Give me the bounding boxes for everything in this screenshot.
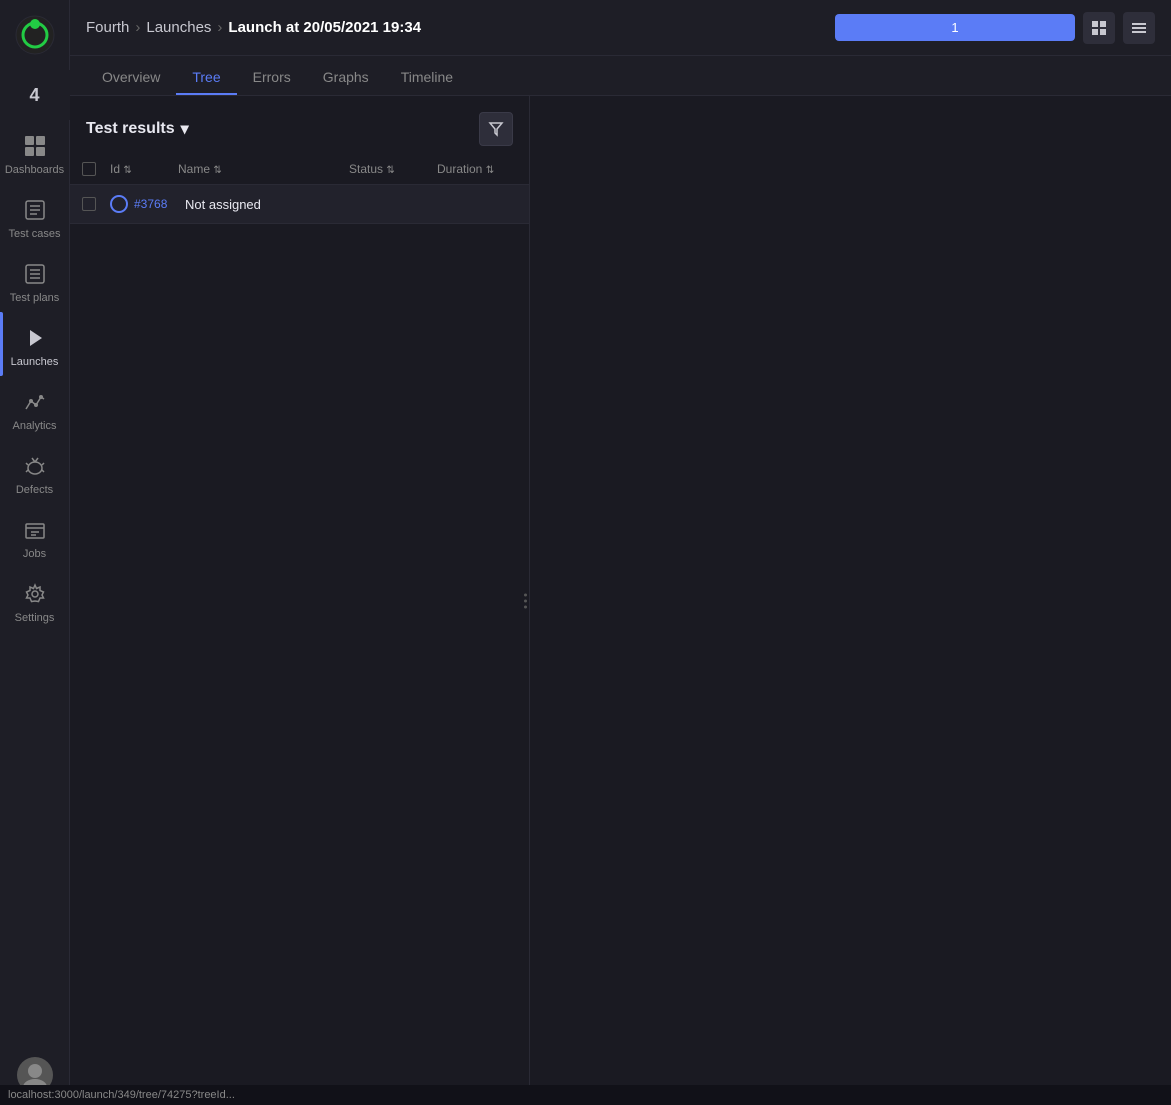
launches-icon <box>21 324 49 352</box>
sidebar-item-test-plans[interactable]: Test plans <box>0 248 70 312</box>
sidebar-item-label-launches: Launches <box>11 356 59 368</box>
app-logo <box>15 15 55 55</box>
row-checkbox-col <box>82 197 102 211</box>
sidebar-item-launches[interactable]: Launches <box>0 312 70 376</box>
status-bar: localhost:3000/launch/349/tree/74275?tre… <box>0 1085 1171 1105</box>
sidebar-item-label-analytics: Analytics <box>12 420 56 432</box>
tab-tree[interactable]: Tree <box>176 61 236 95</box>
dashboards-icon <box>21 132 49 160</box>
tab-overview[interactable]: Overview <box>86 61 176 95</box>
sidebar-item-label-settings: Settings <box>15 612 55 624</box>
search-input[interactable] <box>835 14 1075 41</box>
logo-wrap <box>0 0 70 70</box>
breadcrumb-sep-1: › <box>135 19 140 36</box>
sidebar-item-label-jobs: Jobs <box>23 548 46 560</box>
tab-timeline[interactable]: Timeline <box>385 61 469 95</box>
analytics-icon <box>21 388 49 416</box>
menu-button[interactable] <box>1123 12 1155 44</box>
header: Fourth › Launches › Launch at 20/05/2021… <box>70 0 1171 56</box>
sidebar-item-dashboards[interactable]: Dashboards <box>0 120 70 184</box>
filter-button[interactable] <box>479 112 513 146</box>
sidebar-item-label-defects: Defects <box>16 484 53 496</box>
sidebar-item-label-dashboards: Dashboards <box>5 164 64 176</box>
test-plans-icon <box>21 260 49 288</box>
sidebar-item-settings[interactable]: Settings <box>0 568 70 632</box>
breadcrumb-project[interactable]: Fourth <box>86 19 129 36</box>
tab-graphs[interactable]: Graphs <box>307 61 385 95</box>
test-cases-icon <box>21 196 49 224</box>
table-header: Id ⇅ Name ⇅ Status ⇅ Duration ⇅ <box>70 154 529 185</box>
column-header-duration[interactable]: Duration ⇅ <box>437 162 517 176</box>
defects-icon <box>21 452 49 480</box>
column-header-id[interactable]: Id ⇅ <box>110 162 170 176</box>
header-checkbox-col <box>82 162 102 176</box>
left-panel: Test results ▾ Id ⇅ <box>70 96 530 1105</box>
sidebar-item-label-test-cases: Test cases <box>9 228 61 240</box>
chevron-down-icon: ▾ <box>181 119 189 139</box>
sort-icon-name: ⇅ <box>213 165 221 176</box>
content-area: Test results ▾ Id ⇅ <box>70 96 1171 1105</box>
main-area: Fourth › Launches › Launch at 20/05/2021… <box>70 0 1171 1105</box>
grid-view-button[interactable] <box>1083 12 1115 44</box>
select-all-checkbox[interactable] <box>82 162 96 176</box>
sidebar-badge: 4 <box>0 70 70 120</box>
status-circle <box>110 195 128 213</box>
row-checkbox[interactable] <box>82 197 96 211</box>
panel-header: Test results ▾ <box>70 96 529 154</box>
column-header-status[interactable]: Status ⇅ <box>349 162 429 176</box>
sort-icon-duration: ⇅ <box>486 165 494 176</box>
breadcrumb-page: Launch at 20/05/2021 19:34 <box>228 19 421 36</box>
sidebar-item-defects[interactable]: Defects <box>0 440 70 504</box>
settings-icon <box>21 580 49 608</box>
status-url: localhost:3000/launch/349/tree/74275?tre… <box>8 1089 235 1101</box>
sidebar-item-jobs[interactable]: Jobs <box>0 504 70 568</box>
sort-icon-status: ⇅ <box>386 165 394 176</box>
row-name: Not assigned <box>185 197 261 212</box>
breadcrumb: Fourth › Launches › Launch at 20/05/2021… <box>86 19 421 36</box>
tab-errors[interactable]: Errors <box>237 61 307 95</box>
header-right <box>835 12 1155 44</box>
panel-title[interactable]: Test results ▾ <box>86 119 189 139</box>
sort-icon-id: ⇅ <box>123 165 131 176</box>
breadcrumb-sep-2: › <box>217 19 222 36</box>
table-row[interactable]: #3768 Not assigned <box>70 185 529 224</box>
right-panel <box>530 96 1171 1105</box>
column-header-name[interactable]: Name ⇅ <box>178 162 341 176</box>
jobs-icon <box>21 516 49 544</box>
sidebar-item-test-cases[interactable]: Test cases <box>0 184 70 248</box>
breadcrumb-section[interactable]: Launches <box>146 19 211 36</box>
sidebar-item-analytics[interactable]: Analytics <box>0 376 70 440</box>
row-id: #3768 <box>134 197 179 211</box>
panel-title-text: Test results <box>86 120 175 138</box>
panel-resize-handle[interactable] <box>522 589 529 612</box>
tabs-bar: Overview Tree Errors Graphs Timeline <box>70 56 1171 96</box>
sidebar: 4 Dashboards Test cases <box>0 0 70 1105</box>
sidebar-item-label-test-plans: Test plans <box>10 292 60 304</box>
